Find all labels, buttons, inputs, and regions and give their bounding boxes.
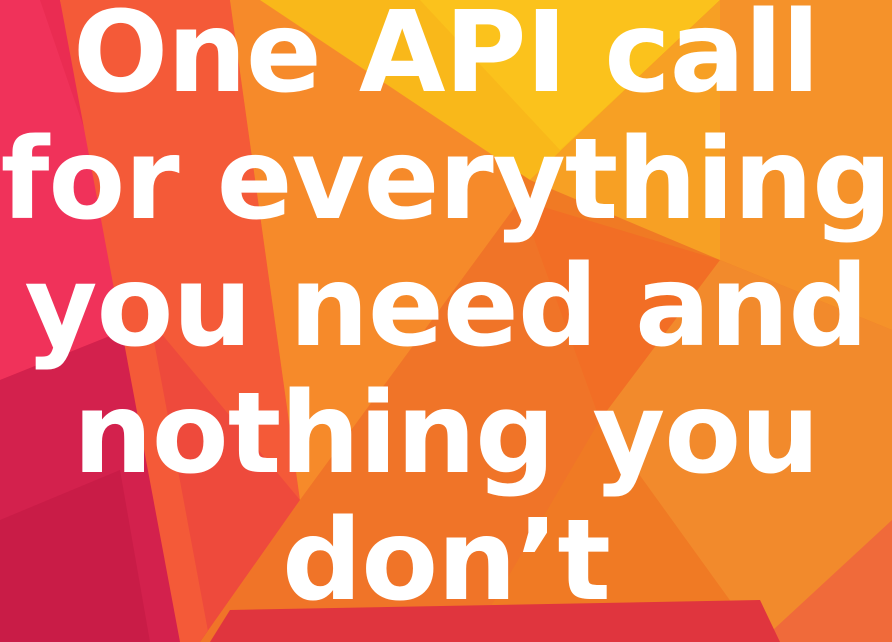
headline-line-2: for everything (0, 115, 892, 245)
headline-line-3: you need and (24, 242, 869, 372)
promo-banner: One API call for everything you need and… (0, 0, 892, 642)
headline-line-5: don’t (282, 496, 611, 626)
headline-line-1: One API call (72, 0, 820, 118)
headline-line-4: nothing you (73, 369, 820, 499)
headline: One API call for everything you need and… (0, 0, 892, 642)
